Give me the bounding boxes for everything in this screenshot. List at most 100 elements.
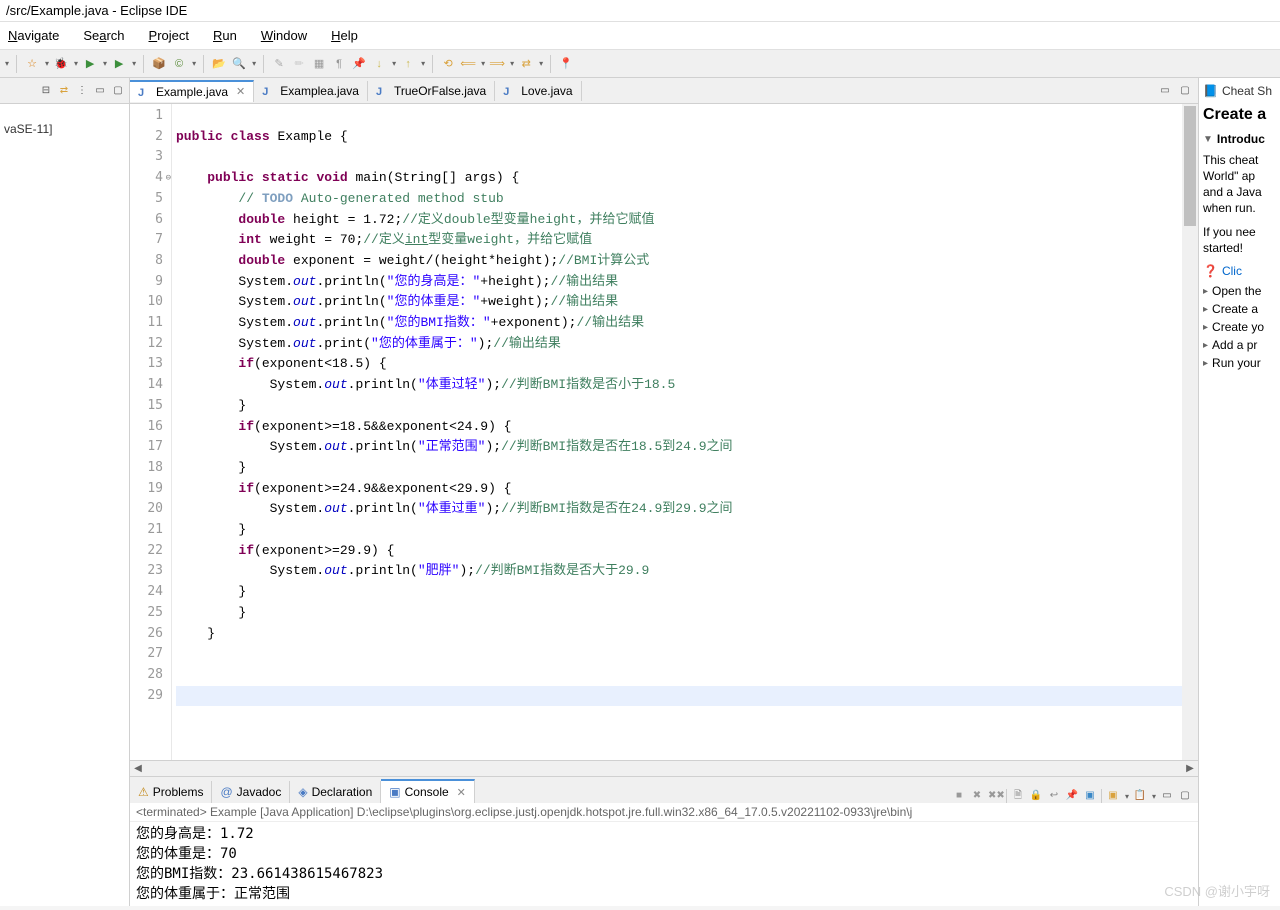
remove-all-icon[interactable]: ✖✖ — [988, 789, 1002, 803]
cheat-link[interactable]: ❓ Clic — [1203, 264, 1276, 278]
toolbar: ▾ ☆▾ 🐞▾ ▶▾ ▶▾ 📦 ©▾ 📂 🔍▾ ✎ ✏ ▦ ¶ 📌 ↓▾ ↑▾ … — [0, 50, 1280, 78]
cheat-title: 📘 Cheat Sh — [1203, 84, 1276, 98]
whitespace-icon[interactable]: ¶ — [331, 56, 347, 72]
block-icon[interactable]: ▦ — [311, 56, 327, 72]
tab-declaration[interactable]: ◈ Declaration — [290, 781, 381, 803]
scroll-right-icon[interactable]: ▶ — [1182, 763, 1198, 774]
arrow-icon: ▸ — [1203, 286, 1208, 297]
arrow-icon: ▸ — [1203, 322, 1208, 333]
btab-label: Problems — [153, 785, 204, 799]
toggle-icon[interactable]: ✎ — [271, 56, 287, 72]
code-area[interactable]: public class Example { public static voi… — [172, 104, 1198, 760]
tab-problems[interactable]: ⚠ Problems — [130, 781, 212, 803]
cheat-step[interactable]: ▸Run your — [1203, 356, 1276, 370]
console-header: <terminated> Example [Java Application] … — [130, 803, 1198, 822]
open-type-icon[interactable]: 📂 — [211, 56, 227, 72]
cheat-step[interactable]: ▸Create yo — [1203, 320, 1276, 334]
menu-navigate[interactable]: Navigate — [2, 26, 65, 45]
java-file-icon — [138, 85, 152, 99]
vertical-scrollbar[interactable] — [1182, 104, 1198, 760]
menu-search[interactable]: Search — [77, 26, 130, 45]
cheat-heading: Create a — [1203, 106, 1276, 124]
java-file-icon — [503, 84, 517, 98]
collapse-icon[interactable]: ⊟ — [39, 84, 53, 98]
btab-label: Console — [405, 785, 449, 799]
pin-editor-icon[interactable]: 📍 — [558, 56, 574, 72]
line-gutter: 1234⊖56789101112131415161718192021222324… — [130, 104, 172, 760]
arrow-icon: ▸ — [1203, 340, 1208, 351]
cheat-sheet-panel: 📘 Cheat Sh Create a ▼ Introduc This chea… — [1198, 78, 1280, 906]
pin-console-icon[interactable]: 📌 — [1065, 789, 1079, 803]
minimize-icon[interactable]: ▭ — [93, 84, 107, 98]
new-console-icon[interactable]: 📋 — [1133, 789, 1147, 803]
min-icon[interactable]: ▭ — [1160, 789, 1174, 803]
cheat-icon: 📘 — [1203, 84, 1218, 98]
editor-tabs: Example.java ✕ Examplea.java TrueOrFalse… — [130, 78, 1198, 104]
cheat-step[interactable]: ▸Add a pr — [1203, 338, 1276, 352]
maximize-icon[interactable]: ▢ — [1178, 84, 1192, 98]
cheat-step[interactable]: ▸Open the — [1203, 284, 1276, 298]
remove-icon[interactable]: ✖ — [970, 789, 984, 803]
cheat-text: This cheat World" ap and a Java when run… — [1203, 152, 1276, 216]
menu-bar: Navigate Search Project Run Window Help — [0, 22, 1280, 50]
max-icon[interactable]: ▢ — [1178, 789, 1192, 803]
explorer-item[interactable]: vaSE-11] — [0, 104, 129, 154]
java-file-icon — [262, 84, 276, 98]
menu-run[interactable]: Run — [207, 26, 243, 45]
menu-window[interactable]: Window — [255, 26, 313, 45]
java-file-icon — [376, 84, 390, 98]
ann-prev-icon[interactable]: ↑ — [400, 56, 416, 72]
btab-label: Javadoc — [237, 785, 282, 799]
menu-project[interactable]: Project — [143, 26, 195, 45]
maximize-icon[interactable]: ▢ — [111, 84, 125, 98]
search-icon[interactable]: 🔍 — [231, 56, 247, 72]
nav-icon[interactable]: ⇄ — [518, 56, 534, 72]
back-icon[interactable]: ⟸ — [460, 56, 476, 72]
scrollbar-thumb[interactable] — [1184, 106, 1196, 226]
run-icon[interactable]: ▶ — [82, 56, 98, 72]
close-icon[interactable]: ✕ — [457, 786, 466, 799]
expand-icon: ▼ — [1203, 134, 1213, 145]
terminate-icon[interactable]: ■ — [952, 789, 966, 803]
class-icon[interactable]: © — [171, 56, 187, 72]
menu-help[interactable]: Help — [325, 26, 364, 45]
open-console-icon[interactable]: ▣ — [1106, 789, 1120, 803]
help-icon: ❓ — [1203, 264, 1218, 278]
tab-example[interactable]: Example.java ✕ — [130, 80, 254, 102]
link-icon[interactable]: ⇄ — [57, 84, 71, 98]
ann-next-icon[interactable]: ↓ — [371, 56, 387, 72]
debug-icon[interactable]: 🐞 — [53, 56, 69, 72]
forward-icon[interactable]: ⟹ — [489, 56, 505, 72]
tab-console[interactable]: ▣ Console ✕ — [381, 779, 475, 803]
word-wrap-icon[interactable]: ↩ — [1047, 789, 1061, 803]
tab-trueorfalse[interactable]: TrueOrFalse.java — [368, 81, 495, 101]
close-icon[interactable]: ✕ — [236, 85, 245, 98]
arrow-icon: ▸ — [1203, 304, 1208, 315]
console-output[interactable]: 您的身高是：1.72您的体重是：70您的BMI指数：23.66143861546… — [130, 822, 1198, 906]
console-icon: ▣ — [389, 785, 400, 799]
tab-examplea[interactable]: Examplea.java — [254, 81, 368, 101]
view-menu-icon[interactable]: ⋮ — [75, 84, 89, 98]
scroll-left-icon[interactable]: ◀ — [130, 763, 146, 774]
last-edit-icon[interactable]: ⟲ — [440, 56, 456, 72]
watermark: CSDN @谢小宇呀 — [1164, 881, 1270, 900]
cheat-step[interactable]: ▸Create a — [1203, 302, 1276, 316]
pin-icon[interactable]: 📌 — [351, 56, 367, 72]
coverage-icon[interactable]: ▶ — [111, 56, 127, 72]
package-icon[interactable]: 📦 — [151, 56, 167, 72]
bottom-panel: ⚠ Problems @ Javadoc ◈ Declaration ▣ Con… — [130, 776, 1198, 906]
tab-label: Examplea.java — [280, 84, 359, 98]
tab-javadoc[interactable]: @ Javadoc — [212, 781, 290, 803]
cheat-section[interactable]: ▼ Introduc — [1203, 132, 1276, 146]
horizontal-scrollbar[interactable]: ◀ ▶ — [130, 760, 1198, 776]
mark-icon[interactable]: ✏ — [291, 56, 307, 72]
minimize-icon[interactable]: ▭ — [1158, 84, 1172, 98]
package-explorer: ⊟ ⇄ ⋮ ▭ ▢ vaSE-11] — [0, 78, 130, 906]
display-icon[interactable]: ▣ — [1083, 789, 1097, 803]
scroll-lock-icon[interactable]: 🔒 — [1029, 789, 1043, 803]
problems-icon: ⚠ — [138, 785, 149, 799]
code-editor[interactable]: 1234⊖56789101112131415161718192021222324… — [130, 104, 1198, 760]
clear-icon[interactable]: 🗎 — [1011, 789, 1025, 803]
new-icon[interactable]: ☆ — [24, 56, 40, 72]
tab-love[interactable]: Love.java — [495, 81, 581, 101]
